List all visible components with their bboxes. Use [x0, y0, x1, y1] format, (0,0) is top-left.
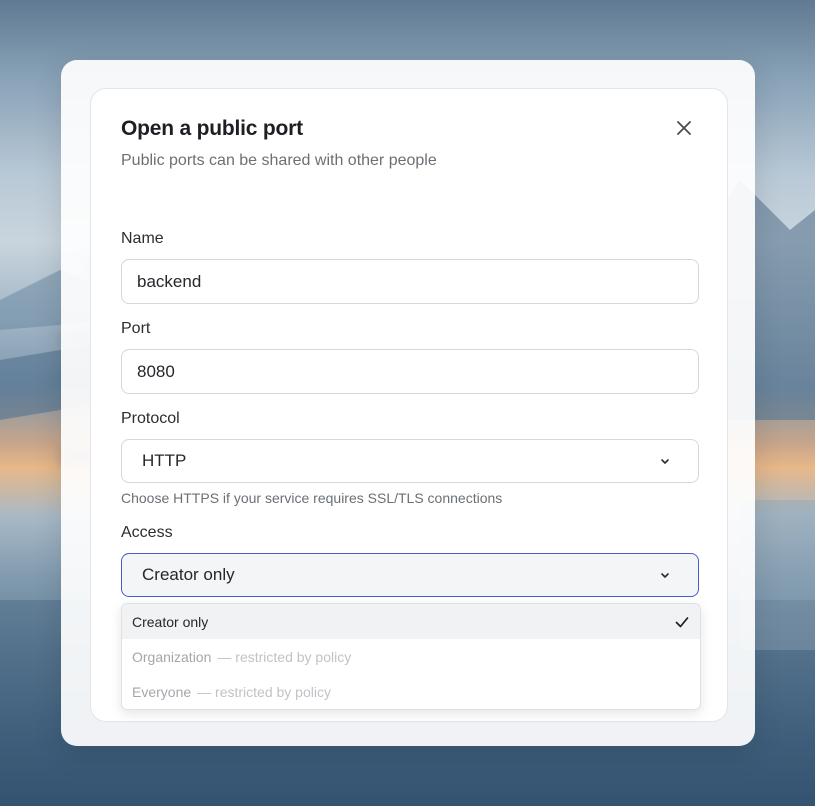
- port-input[interactable]: [121, 349, 699, 394]
- access-dropdown-menu: Creator only Organization — restricted b…: [121, 603, 701, 710]
- close-icon: [677, 121, 691, 135]
- option-label: Creator only: [132, 613, 209, 630]
- chevron-down-icon: [658, 568, 672, 582]
- access-label: Access: [121, 524, 173, 541]
- protocol-label: Protocol: [121, 410, 180, 427]
- access-select[interactable]: Creator only: [121, 553, 699, 597]
- name-input[interactable]: [121, 259, 699, 304]
- option-note: — restricted by policy: [217, 648, 352, 665]
- protocol-helper-text: Choose HTTPS if your service requires SS…: [121, 490, 503, 506]
- check-icon: [675, 617, 689, 628]
- chevron-down-icon: [658, 454, 672, 468]
- dialog-title: Open a public port: [121, 117, 303, 140]
- close-button[interactable]: [671, 115, 697, 141]
- access-option-everyone: Everyone — restricted by policy: [122, 674, 700, 709]
- protocol-select-value: HTTP: [142, 451, 187, 470]
- access-select-value: Creator only: [142, 565, 235, 584]
- option-label: Everyone: [132, 683, 192, 700]
- option-label: Organization: [132, 648, 212, 665]
- option-note: — restricted by policy: [197, 683, 331, 700]
- access-option-organization: Organization — restricted by policy: [122, 639, 700, 674]
- access-option-creator-only[interactable]: Creator only: [122, 604, 700, 639]
- dialog-subtitle: Public ports can be shared with other pe…: [121, 152, 437, 169]
- open-public-port-dialog: Open a public port Public ports can be s…: [90, 88, 728, 722]
- name-label: Name: [121, 230, 164, 247]
- protocol-select[interactable]: HTTP: [121, 439, 699, 483]
- port-label: Port: [121, 320, 151, 337]
